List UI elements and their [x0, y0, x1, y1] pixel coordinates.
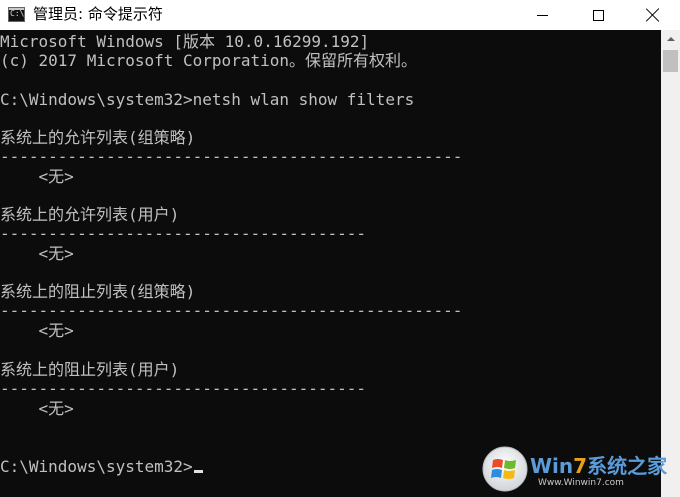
- console-line: 系统上的允许列表(组策略): [0, 128, 196, 147]
- console-line: ----------------------------------------…: [0, 147, 463, 166]
- prompt-text: C:\Windows\system32>: [0, 457, 193, 476]
- text-cursor: [193, 470, 203, 473]
- minimize-icon: [537, 14, 548, 16]
- cmd-icon[interactable]: C:\: [8, 7, 25, 22]
- watermark: Win7系统之家 Www.Winwin7.com: [480, 444, 680, 497]
- console-line: --------------------------------------: [0, 379, 367, 398]
- console-output[interactable]: Microsoft Windows [版本 10.0.16299.192] (c…: [0, 30, 661, 497]
- cmd-icon-label: C:\: [10, 9, 25, 18]
- window-title: 管理员: 命令提示符: [33, 5, 163, 23]
- console-line: 系统上的阻止列表(组策略): [0, 282, 196, 301]
- console-line: 系统上的允许列表(用户): [0, 205, 180, 224]
- vertical-scrollbar[interactable]: [661, 30, 680, 497]
- maximize-button[interactable]: [570, 0, 627, 30]
- watermark-brand: Win7系统之家: [530, 454, 668, 478]
- console-line: (c) 2017 Microsoft Corporation。保留所有权利。: [0, 51, 417, 70]
- maximize-icon: [593, 9, 604, 21]
- scroll-up-button[interactable]: [661, 30, 680, 47]
- console-line: ----------------------------------------…: [0, 301, 463, 320]
- console-line: <无>: [0, 244, 74, 263]
- arrow-up-icon: [666, 36, 675, 41]
- scroll-thumb[interactable]: [663, 50, 678, 72]
- console-line: <无>: [0, 167, 74, 186]
- console-line: <无>: [0, 399, 74, 418]
- cmd-window: C:\ 管理员: 命令提示符 Microsoft Windows [版本 10.…: [0, 0, 680, 497]
- console-line: C:\Windows\system32>netsh wlan show filt…: [0, 90, 415, 109]
- minimize-button[interactable]: [514, 0, 571, 30]
- title-bar[interactable]: C:\ 管理员: 命令提示符: [0, 0, 680, 30]
- close-icon: [646, 8, 660, 22]
- prompt-line[interactable]: C:\Windows\system32>: [0, 457, 203, 477]
- console-line: Microsoft Windows [版本 10.0.16299.192]: [0, 32, 370, 51]
- console-line: --------------------------------------: [0, 224, 367, 243]
- windows-logo-icon: [482, 446, 528, 492]
- console-line: 系统上的阻止列表(用户): [0, 360, 180, 379]
- close-button[interactable]: [626, 0, 680, 30]
- watermark-url: Www.Winwin7.com: [538, 478, 624, 488]
- console-line: <无>: [0, 321, 74, 340]
